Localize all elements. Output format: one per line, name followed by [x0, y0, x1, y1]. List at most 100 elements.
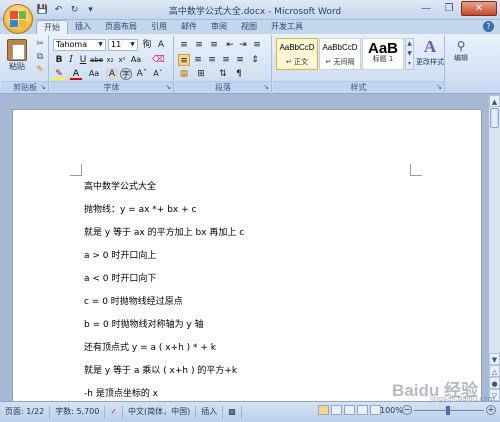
highlight-icon[interactable]: ✎ [53, 68, 65, 80]
strikethrough-button[interactable]: abe [90, 54, 103, 66]
sort-icon[interactable]: ⇅ [217, 68, 229, 80]
quick-access-toolbar: 💾 ↶ ↻ ▾ [36, 3, 97, 17]
justify-icon[interactable]: ≡ [220, 54, 232, 66]
help-icon[interactable]: ? [483, 21, 494, 32]
align-right-icon[interactable]: ≡ [206, 54, 218, 66]
multilevel-list-icon[interactable]: ≡ [208, 39, 220, 51]
paste-button[interactable]: 粘贴 [7, 39, 27, 72]
char-border-icon[interactable]: A [155, 39, 167, 51]
cut-icon[interactable]: ✂ [34, 38, 46, 50]
zoom-in-icon[interactable]: + [486, 405, 496, 415]
minimize-button[interactable]: — [415, 1, 437, 16]
outline-icon[interactable] [357, 405, 368, 415]
line-spacing-icon[interactable]: ⇕ [249, 54, 261, 66]
office-button[interactable] [3, 4, 33, 34]
title-bar: 💾 ↶ ↻ ▾ 高中数学公式大全.docx - Microsoft Word —… [0, 0, 500, 20]
zoom-slider-thumb[interactable] [446, 406, 450, 415]
dialog-launcher-icon[interactable]: ↘ [263, 83, 269, 91]
tab-view[interactable]: 视图 [234, 20, 264, 34]
font-color-icon[interactable]: A [70, 68, 82, 80]
browse-object-icon[interactable]: ● [489, 377, 500, 389]
font-size-combo[interactable]: 11 ▼ [108, 39, 138, 51]
zoom-level[interactable]: 100% [380, 406, 403, 415]
restore-button[interactable]: ❐ [438, 1, 460, 16]
change-styles-button[interactable]: A 更改样式 [416, 37, 444, 67]
doc-line: 就是 y 等于 a 乘以 ( x+h ) 的平方+k [84, 366, 238, 376]
style-heading-1[interactable]: AaB 标题 1 [362, 38, 404, 70]
dialog-launcher-icon[interactable]: ↘ [165, 83, 171, 91]
align-center-icon[interactable]: ≡ [192, 54, 204, 66]
tab-developer[interactable]: 开发工具 [264, 20, 310, 34]
underline-button[interactable]: U [77, 54, 89, 66]
undo-icon[interactable]: ↶ [52, 4, 65, 17]
tab-insert[interactable]: 插入 [68, 20, 98, 34]
shading-icon[interactable]: ▦ [178, 68, 190, 80]
superscript-button[interactable]: x² [116, 54, 128, 66]
style-normal[interactable]: AaBbCcD ↵ 正文 [276, 38, 318, 70]
document-text[interactable]: 高中数学公式大全 抛物线：y = ax *+ bx + c 就是 y 等于 ax… [84, 180, 404, 401]
web-layout-icon[interactable] [344, 405, 355, 415]
font-size-value: 11 [111, 40, 122, 49]
subscript-button[interactable]: x₂ [104, 54, 116, 66]
paragraph-group-label: 段落 [175, 81, 271, 92]
decrease-indent-icon[interactable]: ⇤ [224, 39, 236, 51]
italic-button[interactable]: I [65, 54, 77, 66]
paste-icon [7, 39, 27, 61]
tab-mailings[interactable]: 邮件 [174, 20, 204, 34]
tab-page-layout[interactable]: 页面布局 [98, 20, 144, 34]
dropdown-icon[interactable]: ▾ [84, 4, 97, 17]
redo-icon[interactable]: ↻ [68, 4, 81, 17]
full-screen-reading-icon[interactable] [331, 405, 342, 415]
font-group: Tahoma ▼ 11 ▼ 徇 A B I U abe x₂ x² Aa ✎ A… [50, 35, 174, 92]
distribute-icon[interactable]: ≡ [234, 54, 246, 66]
dialog-launcher-icon[interactable]: ↘ [40, 83, 46, 91]
scroll-up-icon[interactable]: ▲ [489, 95, 500, 107]
scroll-down-icon[interactable]: ▼ [489, 353, 500, 365]
copy-icon[interactable]: ⧉ [34, 51, 46, 63]
close-button[interactable]: ✕ [461, 1, 497, 16]
document-page[interactable]: 高中数学公式大全 抛物线：y = ax *+ bx + c 就是 y 等于 ax… [12, 109, 482, 401]
borders-icon[interactable]: ⊞ [195, 68, 207, 80]
show-marks-icon[interactable]: ¶ [233, 68, 245, 80]
styles-scroll[interactable]: ▲ ▼ ▾ [405, 38, 414, 70]
enclose-char-icon[interactable]: 字 [120, 68, 132, 80]
bold-button[interactable]: B [53, 54, 65, 66]
bullets-icon[interactable]: ≡ [178, 39, 190, 51]
clear-format-icon[interactable]: ⌫ [152, 54, 165, 66]
grow-font-icon[interactable]: Aˆ [136, 68, 148, 80]
print-layout-icon[interactable] [318, 405, 329, 415]
tab-home[interactable]: 开始 [36, 20, 68, 34]
phonetic-guide-icon[interactable]: 徇 [141, 39, 153, 51]
font-shrink-icon[interactable]: Aa [88, 68, 100, 80]
language-indicator[interactable]: 中文(简体，中国) [123, 406, 197, 418]
macro-record-icon[interactable]: ▩ [223, 406, 242, 418]
word-count[interactable]: 字数: 5,700 [50, 406, 106, 418]
shrink-font-icon[interactable]: Aˇ [152, 68, 164, 80]
editing-button[interactable]: ⚲ 编辑 [449, 39, 473, 63]
tab-references[interactable]: 引用 [144, 20, 174, 34]
styles-group: AaBbCcD ↵ 正文 AaBbCcD ↵ 无间隔 AaB 标题 1 ▲ ▼ ▾ … [273, 35, 445, 92]
paste-label: 粘贴 [9, 62, 25, 71]
change-case-icon[interactable]: Aa [130, 54, 142, 66]
zoom-out-icon[interactable]: − [402, 405, 412, 415]
tab-review[interactable]: 审阅 [204, 20, 234, 34]
font-name-combo[interactable]: Tahoma ▼ [53, 39, 106, 51]
doc-line: a < 0 时开口向下 [84, 274, 157, 284]
prev-page-icon[interactable]: △ [489, 365, 500, 377]
format-painter-icon[interactable]: ✎ [34, 64, 46, 76]
doc-line: 抛物线：y = ax *+ bx + c [84, 205, 197, 215]
dialog-launcher-icon[interactable]: ↘ [436, 83, 442, 91]
proofing-icon[interactable]: ✓ [105, 406, 124, 418]
increase-indent-icon[interactable]: ⇥ [237, 39, 249, 51]
char-shading-icon[interactable]: A [106, 68, 118, 80]
chinese-layout-icon[interactable]: ≡ [251, 39, 263, 51]
scroll-thumb[interactable] [490, 108, 499, 128]
style-no-spacing[interactable]: AaBbCcD ↵ 无间隔 [319, 38, 361, 70]
numbering-icon[interactable]: ≡ [193, 39, 205, 51]
save-icon[interactable]: 💾 [36, 4, 49, 17]
vertical-scrollbar[interactable]: ▲ ▼ △ ● ▽ [488, 95, 500, 401]
paragraph-group: ≡ ≡ ≡ ⇤ ⇥ ≡ ≡ ≡ ≡ ≡ ≡ ⇕ ▦ ⊞ ⇅ ¶ 段落 ↘ [175, 35, 272, 92]
insert-mode[interactable]: 插入 [196, 406, 224, 418]
page-indicator[interactable]: 页面: 1/22 [0, 406, 51, 418]
align-left-icon[interactable]: ≡ [178, 54, 190, 66]
